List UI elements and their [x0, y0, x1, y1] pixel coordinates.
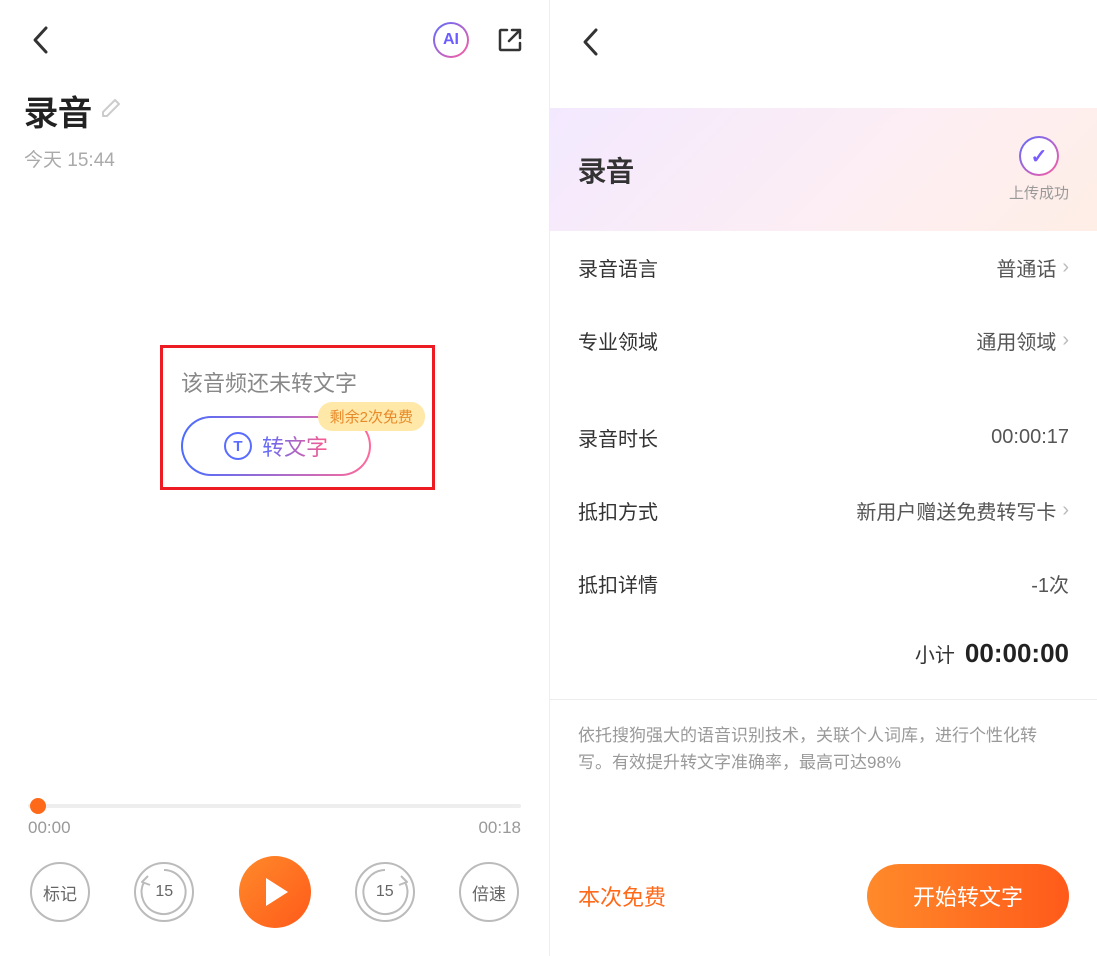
row-duration: 录音时长 00:00:17: [578, 401, 1069, 474]
chevron-left-icon: [31, 25, 49, 55]
time-row: 00:00 00:18: [28, 818, 521, 838]
upload-status: ✓ 上传成功: [1009, 136, 1069, 203]
row-duration-value: 00:00:17: [991, 426, 1069, 449]
recording-timestamp: 今天 15:44: [24, 145, 525, 172]
subtotal-value: 00:00:00: [965, 638, 1069, 669]
subtotal-row: 小计 00:00:00: [550, 620, 1097, 669]
speed-button-label: 倍速: [472, 880, 506, 905]
convert-to-text-button[interactable]: T 转文字 剩余2次免费: [181, 416, 371, 476]
total-time: 00:18: [478, 818, 521, 838]
rewind-icon: [134, 862, 194, 922]
skip-back-button[interactable]: 15: [134, 862, 194, 922]
forward-icon: [355, 862, 415, 922]
row-domain[interactable]: 专业领域 通用领域 ›: [578, 304, 1069, 377]
row-discount-value: 新用户赠送免费转写卡: [856, 496, 1056, 525]
play-button[interactable]: [239, 856, 311, 928]
row-discount-method[interactable]: 抵扣方式 新用户赠送免费转写卡 ›: [578, 474, 1069, 547]
share-button[interactable]: [495, 25, 525, 55]
upload-status-card: 录音 ✓ 上传成功: [550, 108, 1097, 231]
back-button[interactable]: [24, 24, 56, 56]
convert-highlight-box: 该音频还未转文字 T 转文字 剩余2次免费: [160, 345, 435, 490]
upload-status-label: 上传成功: [1009, 182, 1069, 203]
mark-button-label: 标记: [43, 880, 77, 905]
convert-hint-text: 该音频还未转文字: [175, 366, 420, 398]
row-discount-label: 抵扣方式: [578, 496, 658, 525]
play-icon: [266, 878, 288, 906]
row-language-label: 录音语言: [578, 253, 658, 282]
audio-player: 00:00 00:18 标记 15 15 倍速: [0, 804, 549, 956]
chevron-right-icon: ›: [1062, 329, 1069, 352]
current-time: 00:00: [28, 818, 71, 838]
free-remaining-badge: 剩余2次免费: [318, 402, 425, 431]
back-button[interactable]: [574, 26, 606, 58]
share-icon: [496, 26, 524, 54]
start-transcribe-button[interactable]: 开始转文字: [867, 864, 1069, 928]
description-text: 依托搜狗强大的语音识别技术，关联个人词库，进行个性化转写。有效提升转文字准确率，…: [550, 722, 1097, 776]
ai-icon-label: AI: [443, 31, 459, 49]
success-check-icon: ✓: [1019, 136, 1059, 176]
player-controls: 标记 15 15 倍速: [28, 856, 521, 928]
separator: [550, 699, 1097, 700]
subtotal-label: 小计: [915, 639, 955, 668]
progress-bar[interactable]: [28, 804, 521, 808]
row-discount-detail: 抵扣详情 -1次: [578, 547, 1069, 620]
chevron-left-icon: [581, 27, 599, 57]
progress-thumb[interactable]: [30, 798, 46, 814]
convert-button-label: 转文字: [262, 430, 328, 462]
left-header: AI: [0, 0, 549, 58]
recording-title: 录音: [24, 86, 92, 135]
row-language[interactable]: 录音语言 普通话 ›: [578, 231, 1069, 304]
row-detail-value: -1次: [1031, 569, 1069, 598]
title-block: 录音 今天 15:44: [0, 58, 549, 172]
ai-icon[interactable]: AI: [433, 22, 469, 58]
row-domain-label: 专业领域: [578, 326, 658, 355]
row-domain-value: 通用领域: [976, 326, 1056, 355]
mark-button[interactable]: 标记: [30, 862, 90, 922]
transcribe-icon: T: [224, 432, 252, 460]
header-actions: AI: [433, 22, 525, 58]
chevron-right-icon: ›: [1062, 499, 1069, 522]
settings-rows: 录音语言 普通话 › 专业领域 通用领域 › 录音时长 00:00:17 抵扣方…: [550, 231, 1097, 620]
bottom-bar: 本次免费 开始转文字: [550, 842, 1097, 956]
chevron-right-icon: ›: [1062, 256, 1069, 279]
row-language-value: 普通话: [996, 253, 1056, 282]
recording-detail-screen: AI 录音 今天 15:44 该音频还未转文字 T 转文字 剩余2次免费 00:…: [0, 0, 549, 956]
recording-title-row[interactable]: 录音: [24, 86, 525, 135]
speed-button[interactable]: 倍速: [459, 862, 519, 922]
edit-icon: [100, 97, 122, 125]
row-detail-label: 抵扣详情: [578, 569, 658, 598]
recording-title: 录音: [578, 150, 634, 190]
skip-forward-button[interactable]: 15: [355, 862, 415, 922]
transcribe-settings-screen: 录音 ✓ 上传成功 录音语言 普通话 › 专业领域 通用领域 › 录音时长: [549, 0, 1097, 956]
right-header: [550, 0, 1097, 58]
free-this-time-label: 本次免费: [578, 880, 666, 912]
row-duration-label: 录音时长: [578, 423, 658, 452]
